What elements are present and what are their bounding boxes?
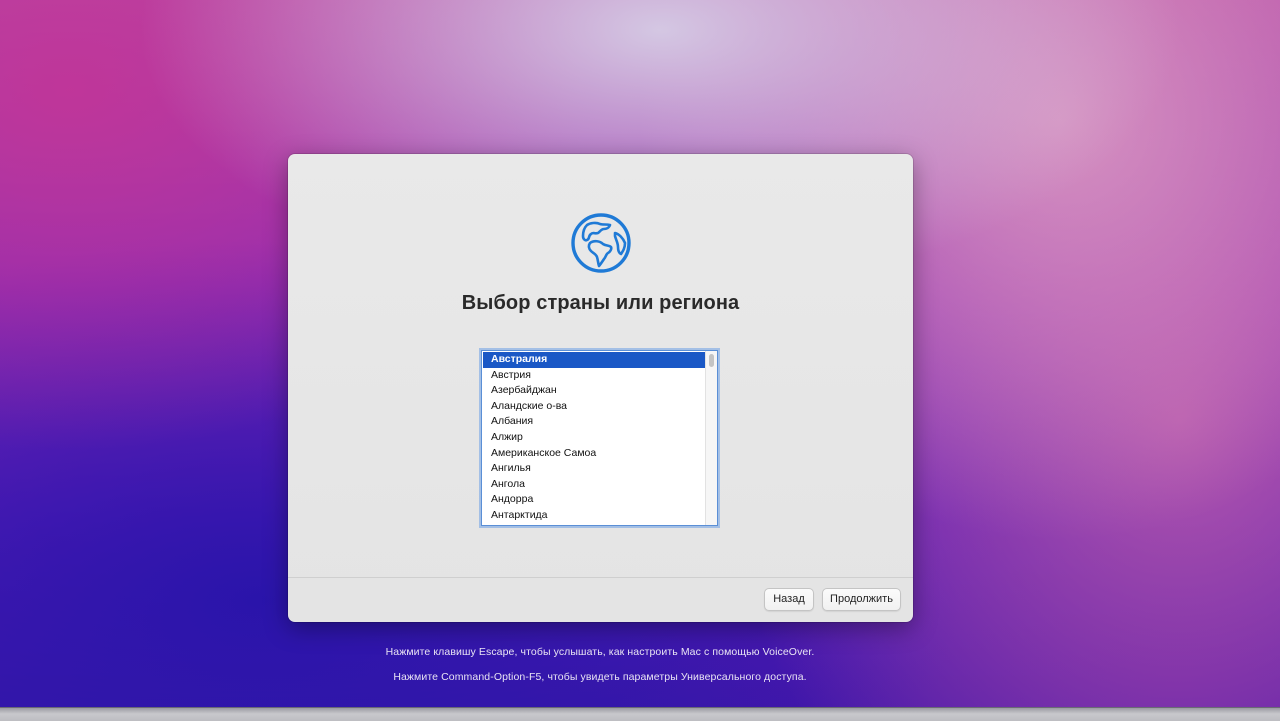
list-item[interactable]: Аландские о-ва [483,399,705,415]
list-item[interactable]: Азербайджан [483,383,705,399]
globe-icon [571,213,631,273]
list-item[interactable]: Австрия [483,368,705,384]
list-item[interactable]: Антарктида [483,508,705,524]
list-scrollbar[interactable] [705,351,717,525]
screen-bottom-bezel [0,707,1280,721]
back-button[interactable]: Назад [764,588,814,611]
scrollbar-thumb[interactable] [709,354,714,367]
setup-dialog: Выбор страны или региона Австралия Австр… [288,154,913,622]
country-list[interactable]: Австралия Австрия Азербайджан Аландские … [481,350,718,526]
list-item[interactable]: Андорра [483,492,705,508]
page-title: Выбор страны или региона [461,292,740,314]
accessibility-hint: Нажмите Command-Option-F5, чтобы увидеть… [393,671,807,683]
list-item[interactable]: Американское Самоа [483,446,705,462]
continue-button[interactable]: Продолжить [822,588,901,611]
list-item[interactable]: Ангола [483,477,705,493]
list-item[interactable]: Австралия [483,352,705,368]
list-item[interactable]: Албания [483,414,705,430]
country-list-items: Австралия Австрия Азербайджан Аландские … [483,352,705,524]
footer-divider [288,577,913,578]
list-item[interactable]: Ангилья [483,461,705,477]
list-item[interactable]: Алжир [483,430,705,446]
voiceover-hint: Нажмите клавишу Escape, чтобы услышать, … [385,646,815,658]
